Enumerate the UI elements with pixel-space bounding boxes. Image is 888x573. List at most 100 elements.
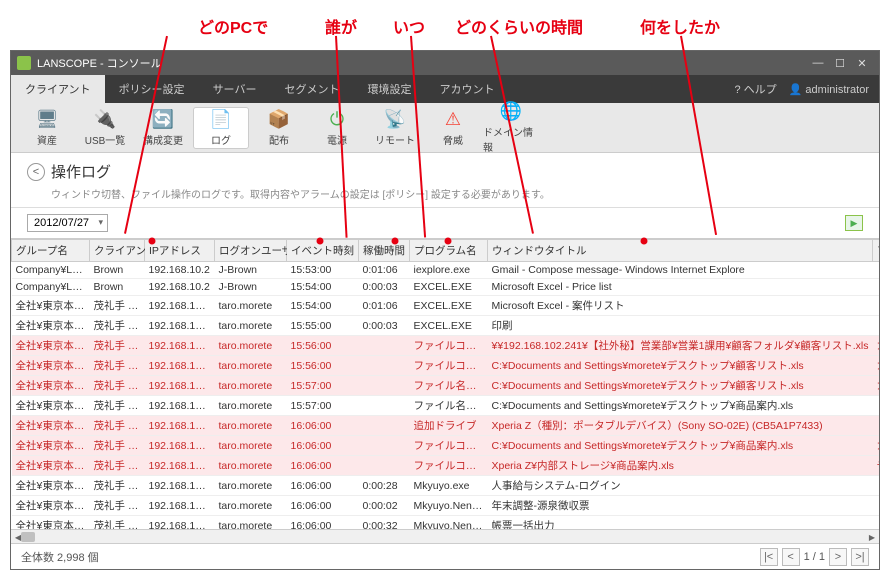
cell: デバイス書込: [872, 456, 879, 476]
cell: Microsoft Excel - 案件リスト: [488, 296, 873, 316]
cell: EXCEL.EXE: [410, 296, 488, 316]
cell: [872, 496, 879, 516]
page-desc: ウィンドウ切替、ファイル操作のログです。取得内容やアラームの設定は [ポリシー]…: [51, 186, 863, 201]
toolbar-label: 構成変更: [143, 132, 183, 147]
cell: 0:00:28: [359, 476, 410, 496]
toolbar-label: 脅威: [443, 132, 463, 147]
table-row[interactable]: 全社¥東京本部...茂礼手 太郎192.168.102...taro.moret…: [12, 476, 880, 496]
horizontal-scrollbar[interactable]: ◀ ▶: [11, 529, 879, 543]
cell: 追加ドライブ: [410, 416, 488, 436]
cell: [359, 456, 410, 476]
cell: [872, 296, 879, 316]
cell: [872, 516, 879, 530]
toolbar-btn-ログ[interactable]: 📄ログ: [193, 107, 249, 149]
col-header[interactable]: 稼働時間: [359, 240, 410, 262]
cell: 茂礼手 太郎: [90, 336, 145, 356]
help-link[interactable]: ? ヘルプ: [734, 81, 776, 97]
cell: Brown: [90, 279, 145, 296]
table-row[interactable]: 全社¥東京本部...茂礼手 太郎192.168.102...taro.moret…: [12, 416, 880, 436]
toolbar-btn-リモート[interactable]: 📡リモート: [367, 107, 423, 149]
cell: 16:06:00: [287, 456, 359, 476]
cell: EXCEL.EXE: [410, 316, 488, 336]
table-row[interactable]: 全社¥東京本部...茂礼手 太郎192.168.102...taro.moret…: [12, 396, 880, 416]
toolbar-label: 配布: [269, 132, 289, 147]
col-header[interactable]: ログオンユーザー名: [215, 240, 287, 262]
pager: |< < 1 / 1 > >|: [760, 548, 869, 566]
col-header[interactable]: イベント時刻: [287, 240, 359, 262]
col-header[interactable]: グループ名: [12, 240, 90, 262]
cell: 16:06:00: [287, 516, 359, 530]
table-row[interactable]: 全社¥東京本部...茂礼手 太郎192.168.102...taro.moret…: [12, 456, 880, 476]
cell: 茂礼手 太郎: [90, 376, 145, 396]
cell: 15:56:00: [287, 336, 359, 356]
maximize-button[interactable]: ☐: [829, 57, 851, 70]
cell: taro.morete: [215, 516, 287, 530]
log-grid[interactable]: グループ名クライアント名IPアドレスログオンユーザー名イベント時刻稼働時間プログ…: [11, 238, 879, 529]
table-row[interactable]: 全社¥東京本部...茂礼手 太郎192.168.102...taro.moret…: [12, 376, 880, 396]
tab-segment[interactable]: セグメント: [270, 75, 353, 103]
toolbar-btn-資産[interactable]: 🖥資産: [19, 107, 75, 149]
table-row[interactable]: 全社¥東京本部...茂礼手 太郎192.168.102...taro.moret…: [12, 356, 880, 376]
cell: ファイルコピー先: [410, 456, 488, 476]
cell: Gmail - Compose message- Windows Interne…: [488, 262, 873, 279]
toolbar-btn-USB一覧[interactable]: 🔌USB一覧: [77, 107, 133, 149]
col-header[interactable]: プログラム名: [410, 240, 488, 262]
cell: ファイル名変更前: [410, 376, 488, 396]
col-header[interactable]: IPアドレス: [145, 240, 215, 262]
toolbar-btn-配布[interactable]: 📦 配布: [251, 107, 307, 149]
table-row[interactable]: 全社¥東京本部...茂礼手 太郎192.168.102...taro.moret…: [12, 316, 880, 336]
export-button[interactable]: ▶: [845, 215, 863, 231]
close-button[interactable]: ✕: [851, 57, 873, 70]
tab-server[interactable]: サーバー: [199, 75, 271, 103]
cell: 茂礼手 太郎: [90, 456, 145, 476]
cell: ファイルコピー元: [410, 436, 488, 456]
user-label[interactable]: 👤 administrator: [789, 83, 869, 96]
tab-env[interactable]: 環境設定: [353, 75, 425, 103]
cell: taro.morete: [215, 296, 287, 316]
table-row[interactable]: 全社¥東京本部...茂礼手 太郎192.168.102...taro.moret…: [12, 336, 880, 356]
cell: 茂礼手 太郎: [90, 416, 145, 436]
toolbar-icon: 📦: [268, 109, 290, 130]
toolbar-btn-構成変更[interactable]: 🔄構成変更: [135, 107, 191, 149]
cell: [359, 396, 410, 416]
cell: 全社¥東京本部...: [12, 336, 90, 356]
tab-policy[interactable]: ポリシー設定: [105, 75, 199, 103]
table-row[interactable]: 全社¥東京本部...茂礼手 太郎192.168.102...taro.moret…: [12, 436, 880, 456]
annot-what: 何をしたか: [640, 14, 720, 38]
table-row[interactable]: 全社¥東京本部...茂礼手 太郎192.168.102...taro.moret…: [12, 496, 880, 516]
cell: 0:00:03: [359, 316, 410, 336]
page-prev[interactable]: <: [782, 548, 800, 566]
back-button[interactable]: <: [27, 163, 45, 181]
cell: 全社¥東京本部...: [12, 436, 90, 456]
cell: 全社¥東京本部...: [12, 296, 90, 316]
toolbar-btn-脅威[interactable]: ⚠脅威: [425, 107, 481, 149]
cell: [359, 436, 410, 456]
table-row[interactable]: 全社¥東京本部...茂礼手 太郎192.168.102...taro.moret…: [12, 516, 880, 530]
col-header[interactable]: アラーム種別: [872, 240, 879, 262]
minimize-button[interactable]: —: [807, 57, 829, 69]
cell: Brown: [90, 262, 145, 279]
tab-client[interactable]: クライアント: [11, 75, 105, 103]
page-last[interactable]: >|: [851, 548, 869, 566]
cell: 192.168.102...: [145, 516, 215, 530]
date-selector[interactable]: 2012/07/27: [27, 214, 108, 232]
table-row[interactable]: 全社¥東京本部...茂礼手 太郎192.168.102...taro.moret…: [12, 296, 880, 316]
col-header[interactable]: ウィンドウタイトル: [488, 240, 873, 262]
toolbar-label: USB一覧: [85, 132, 126, 147]
toolbar: 🖥資産🔌USB一覧🔄構成変更📄ログ 📦 配布 ⏻電源📡リモート⚠脅威🌐ドメイン情報: [11, 103, 879, 153]
cell: EXCEL.EXE: [410, 279, 488, 296]
table-row[interactable]: Company¥LA ...Brown192.168.10.2J-Brown15…: [12, 262, 880, 279]
toolbar-btn-電源[interactable]: ⏻電源: [309, 107, 365, 149]
annot-duration: どのくらいの時間: [455, 14, 583, 38]
table-row[interactable]: Company¥LA ...Brown192.168.10.2J-Brown15…: [12, 279, 880, 296]
cell: 年末調整-源泉徴収票: [488, 496, 873, 516]
page-next[interactable]: >: [829, 548, 847, 566]
page-first[interactable]: |<: [760, 548, 778, 566]
col-header[interactable]: クライアント名: [90, 240, 145, 262]
cell: taro.morete: [215, 456, 287, 476]
cell: 茂礼手 太郎: [90, 496, 145, 516]
cell: C:¥Documents and Settings¥morete¥デスクトップ¥…: [488, 356, 873, 376]
tab-account[interactable]: アカウント: [425, 75, 508, 103]
toolbar-btn-ドメイン情報[interactable]: 🌐ドメイン情報: [483, 107, 539, 149]
cell: taro.morete: [215, 376, 287, 396]
